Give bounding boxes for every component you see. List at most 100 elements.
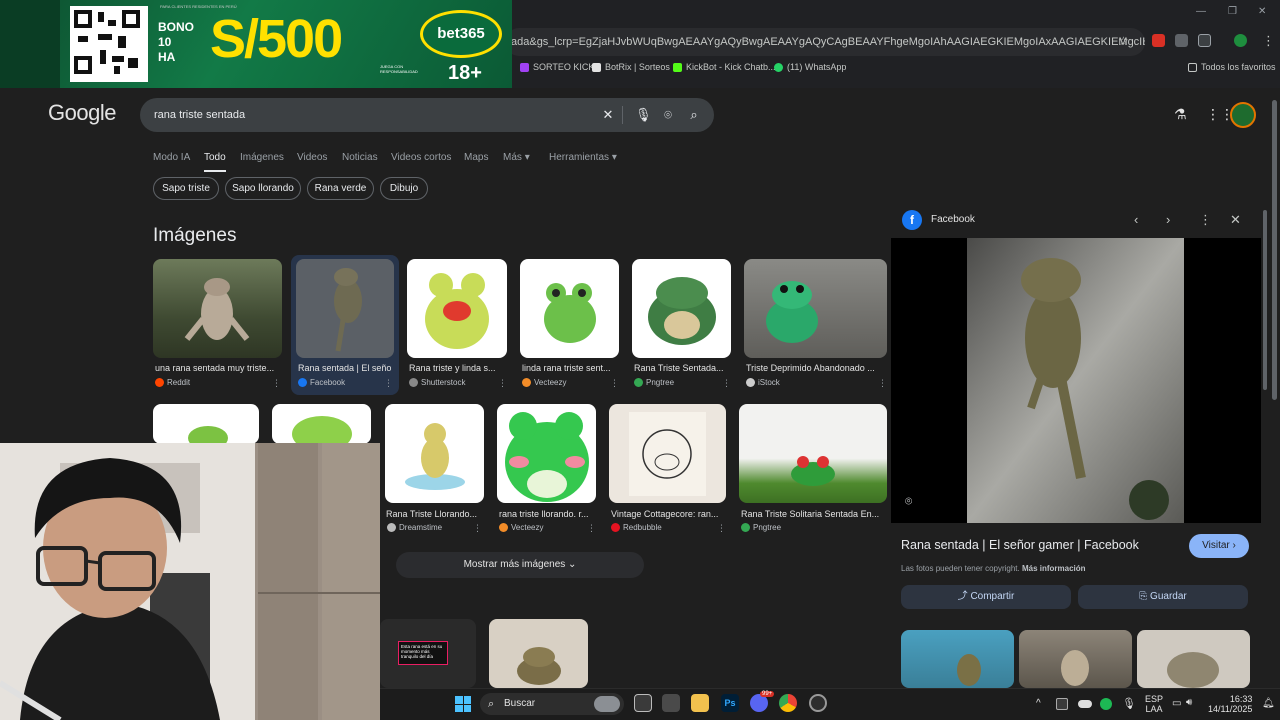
show-more-images-button[interactable]: Mostrar más imágenes ⌄	[396, 552, 644, 578]
video-thumbnail[interactable]	[489, 619, 588, 688]
lens-search-icon[interactable]: ⌾	[905, 494, 912, 509]
share-button[interactable]: ⤴ Compartir	[901, 585, 1071, 609]
search-icon[interactable]: ⌕	[687, 108, 701, 122]
panel-scrollbar-thumb[interactable]	[1263, 210, 1267, 390]
menu-kebab-icon[interactable]: ⋮	[1262, 33, 1275, 49]
language-indicator[interactable]: ESP LAA	[1145, 694, 1163, 714]
more-options-icon[interactable]: ⋮	[272, 378, 281, 389]
image-thumbnail[interactable]	[632, 259, 731, 358]
more-options-icon[interactable]: ⋮	[722, 378, 731, 389]
clock[interactable]: 16:33 14/11/2025	[1208, 694, 1252, 714]
tab-maps[interactable]: Maps	[464, 152, 488, 163]
image-thumbnail[interactable]	[520, 259, 619, 358]
more-options-icon[interactable]: ⋮	[610, 378, 619, 389]
chip-rana-verde[interactable]: Rana verde	[307, 177, 374, 200]
profile-avatar[interactable]	[1234, 34, 1247, 47]
more-options-icon[interactable]: ⋮	[498, 378, 507, 389]
google-logo[interactable]: Google	[48, 100, 116, 126]
next-arrow-icon[interactable]: ›	[1166, 212, 1170, 227]
notification-bell-icon[interactable]: 🔔︎	[1262, 698, 1275, 709]
tab-mas[interactable]: Más ▾	[503, 152, 530, 163]
chip-sapo-triste[interactable]: Sapo triste	[153, 177, 219, 200]
preview-image[interactable]: ⌾	[891, 238, 1261, 523]
ad-banner[interactable]: PARA CLIENTES RESIDENTES EN PERÚ BONO 10 H…	[0, 0, 512, 88]
preview-source[interactable]: Facebook	[931, 214, 975, 225]
tab-modo-ia[interactable]: Modo IA	[153, 152, 190, 163]
windows-start-icon[interactable]	[455, 696, 471, 712]
related-image-thumbnail[interactable]	[1137, 630, 1250, 688]
more-options-icon[interactable]: ⋮	[384, 378, 393, 389]
extensions-puzzle-icon[interactable]	[1198, 34, 1211, 47]
image-title[interactable]: Rana Triste Solitaria Sentada En...	[741, 509, 885, 519]
image-thumbnail[interactable]	[497, 404, 596, 503]
image-source[interactable]: Pngtree	[741, 523, 781, 532]
image-thumbnail[interactable]	[385, 404, 484, 503]
image-source[interactable]: Reddit	[155, 378, 190, 387]
chrome-icon[interactable]	[779, 694, 797, 712]
network-icon[interactable]: ▭	[1172, 698, 1181, 709]
image-title[interactable]: Triste Deprimido Abandonado ...	[746, 363, 884, 373]
tab-herramientas[interactable]: Herramientas ▾	[549, 152, 617, 163]
extension-icon[interactable]	[1175, 34, 1188, 47]
bookmark-item[interactable]: SORTEO KICK	[520, 60, 594, 74]
image-thumbnail[interactable]	[609, 404, 726, 503]
scrollbar-thumb[interactable]	[1272, 100, 1277, 400]
video-thumbnail[interactable]: Esta rana está en su momento más tranqui…	[380, 619, 476, 688]
maximize-button[interactable]: ❐	[1228, 6, 1237, 17]
bookmark-star-icon[interactable]: ☆	[1118, 34, 1129, 48]
microphone-icon[interactable]: 🎙︎	[635, 108, 652, 122]
more-options-icon[interactable]: ⋮	[473, 523, 482, 534]
image-source[interactable]: Vecteezy	[522, 378, 566, 387]
tab-imagenes[interactable]: Imágenes	[240, 152, 284, 163]
visit-button[interactable]: Visitar ›	[1189, 534, 1249, 558]
image-thumbnail[interactable]	[296, 259, 394, 358]
bookmark-item[interactable]: BotRix | Sorteos	[592, 60, 670, 74]
close-window-button[interactable]: ✕	[1258, 6, 1266, 17]
task-view-icon[interactable]	[634, 694, 652, 712]
tray-app-icon[interactable]	[1100, 698, 1112, 710]
image-title[interactable]: linda rana triste sent...	[522, 363, 616, 373]
volume-icon[interactable]: 🔊︎	[1186, 697, 1192, 708]
image-thumbnail[interactable]	[744, 259, 887, 358]
search-input[interactable]: rana triste sentada	[154, 109, 245, 121]
image-source[interactable]: Facebook	[298, 378, 345, 387]
image-thumbnail[interactable]	[272, 404, 371, 444]
tab-todo[interactable]: Todo	[204, 152, 226, 163]
tab-videos[interactable]: Videos	[297, 152, 327, 163]
image-source[interactable]: Redbubble	[611, 523, 662, 532]
image-title[interactable]: Vintage Cottagecore: ran...	[611, 509, 724, 519]
photoshop-icon[interactable]: Ps	[721, 694, 739, 712]
more-options-icon[interactable]: ⋮	[1199, 212, 1212, 228]
minimize-button[interactable]: —	[1196, 6, 1206, 17]
image-title[interactable]: Rana Triste Llorando...	[386, 509, 482, 519]
bookmark-item[interactable]: KickBot - Kick Chatb...	[673, 60, 776, 74]
obs-icon[interactable]	[809, 694, 827, 712]
more-options-icon[interactable]: ⋮	[717, 523, 726, 534]
more-options-icon[interactable]: ⋮	[878, 378, 887, 389]
onedrive-icon[interactable]	[1078, 700, 1092, 708]
lens-camera-icon[interactable]: ⌾	[661, 108, 675, 122]
app-icon[interactable]	[662, 694, 680, 712]
image-thumbnail[interactable]	[739, 404, 887, 503]
clear-icon[interactable]: ✕	[601, 108, 615, 122]
related-image-thumbnail[interactable]	[901, 630, 1014, 688]
image-thumbnail[interactable]	[153, 404, 259, 444]
image-thumbnail[interactable]	[153, 259, 282, 358]
chip-sapo-llorando[interactable]: Sapo llorando	[225, 177, 301, 200]
more-info-link[interactable]: Más información	[1022, 564, 1086, 573]
save-button[interactable]: ⎘ Guardar	[1078, 585, 1248, 609]
image-source[interactable]: Vecteezy	[499, 523, 543, 532]
image-title[interactable]: rana triste llorando. r...	[499, 509, 593, 519]
microphone-icon[interactable]: 🎙︎	[1122, 697, 1136, 710]
preview-title[interactable]: Rana sentada | El señor gamer | Facebook	[901, 538, 1139, 552]
image-title[interactable]: Rana sentada | El señor...	[298, 363, 392, 373]
image-source[interactable]: Dreamstime	[387, 523, 442, 532]
image-source[interactable]: Pngtree	[634, 378, 674, 387]
previous-arrow-icon[interactable]: ‹	[1134, 212, 1138, 227]
tray-overflow-icon[interactable]: ^	[1036, 698, 1041, 709]
image-source[interactable]: iStock	[746, 378, 780, 387]
image-title[interactable]: una rana sentada muy triste...	[155, 363, 279, 373]
tab-videos-cortos[interactable]: Videos cortos	[391, 152, 451, 163]
account-avatar[interactable]	[1230, 102, 1256, 128]
tray-app-icon[interactable]	[1056, 698, 1068, 710]
